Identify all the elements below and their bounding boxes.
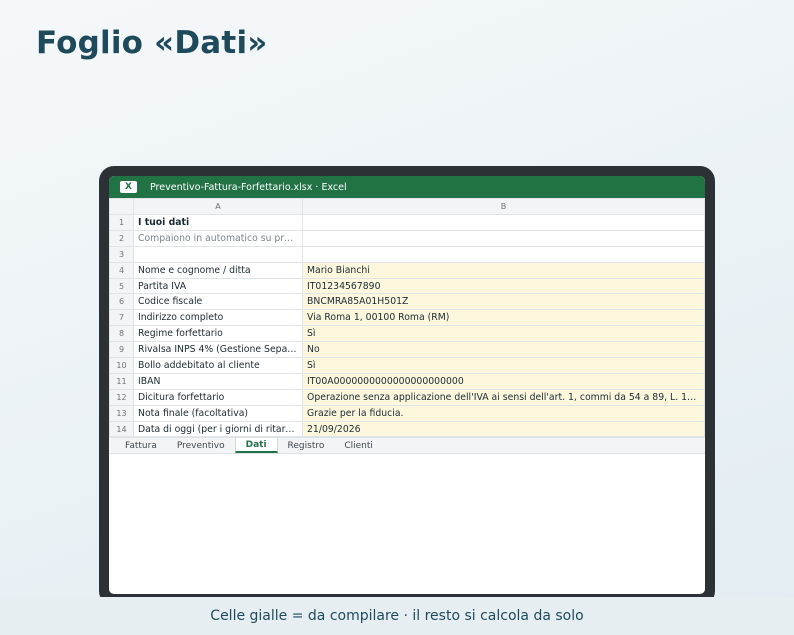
caption-bar: Celle gialle = da compilare · il resto s… xyxy=(0,597,794,635)
cell-a9[interactable]: Rivalsa INPS 4% (Gestione Separata) xyxy=(133,341,303,359)
laptop-frame: X Preventivo-Fattura-Forfettario.xlsx · … xyxy=(99,166,715,606)
row-number[interactable]: 6 xyxy=(109,293,134,311)
cell-b7[interactable]: Via Roma 1, 00100 Roma (RM) xyxy=(302,309,705,327)
table-row: 10 Bollo addebitato al cliente Sì xyxy=(109,357,705,374)
cell-b10[interactable]: Sì xyxy=(302,357,705,374)
table-row: 3 xyxy=(109,245,705,263)
row-number[interactable]: 11 xyxy=(109,372,134,390)
sheet-tab-dati[interactable]: Dati xyxy=(234,438,278,454)
row-number[interactable]: 5 xyxy=(109,277,134,295)
cell-a7[interactable]: Indirizzo completo xyxy=(133,309,303,327)
sheet-tab-fattura[interactable]: Fattura xyxy=(115,438,167,453)
column-header-a[interactable]: A xyxy=(133,198,303,215)
table-row: 12 Dicitura forfettario Operazione senza… xyxy=(109,388,705,406)
row-number[interactable]: 12 xyxy=(109,388,134,406)
cell-a13[interactable]: Nota finale (facoltativa) xyxy=(133,404,303,422)
row-number[interactable]: 7 xyxy=(109,309,134,327)
row-number[interactable]: 1 xyxy=(109,214,134,231)
table-row: 8 Regime forfettario Sì xyxy=(109,325,705,343)
cell-a14[interactable]: Data di oggi (per i giorni di ritardo pa… xyxy=(133,420,303,438)
cell-b3[interactable] xyxy=(302,245,705,263)
window-title: Preventivo-Fattura-Forfettario.xlsx · Ex… xyxy=(150,181,347,193)
sheet-tab-registro[interactable]: Registro xyxy=(278,438,335,453)
row-number[interactable]: 10 xyxy=(109,357,134,374)
page-title: Foglio «Dati» xyxy=(36,25,268,61)
row-number[interactable]: 2 xyxy=(109,229,134,247)
cell-b5[interactable]: IT01234567890 xyxy=(302,277,705,295)
cell-a11[interactable]: IBAN xyxy=(133,372,303,390)
cell-a3[interactable] xyxy=(133,245,303,263)
table-row: 2 Compaiono in automatico su preventivi … xyxy=(109,229,705,247)
cell-a6[interactable]: Codice fiscale xyxy=(133,293,303,311)
cell-b2[interactable] xyxy=(302,229,705,247)
sheet-tabs-bar: Fattura Preventivo Dati Registro Clienti xyxy=(109,437,705,455)
cell-a12[interactable]: Dicitura forfettario xyxy=(133,388,303,406)
cell-b1[interactable] xyxy=(302,214,705,231)
table-row: 7 Indirizzo completo Via Roma 1, 00100 R… xyxy=(109,309,705,327)
window-titlebar: X Preventivo-Fattura-Forfettario.xlsx · … xyxy=(109,176,705,198)
cell-b11[interactable]: IT00A0000000000000000000000 xyxy=(302,372,705,390)
table-row: 6 Codice fiscale BNCMRA85A01H501Z xyxy=(109,293,705,311)
row-number[interactable]: 14 xyxy=(109,420,134,438)
column-header-b[interactable]: B xyxy=(302,198,705,215)
table-row: 11 IBAN IT00A0000000000000000000000 xyxy=(109,372,705,390)
excel-window: X Preventivo-Fattura-Forfettario.xlsx · … xyxy=(109,176,705,594)
excel-app-icon: X xyxy=(120,181,137,193)
sheet-tab-clienti[interactable]: Clienti xyxy=(334,438,383,453)
table-row: 5 Partita IVA IT01234567890 xyxy=(109,277,705,295)
cell-a2[interactable]: Compaiono in automatico su preventivi e … xyxy=(133,229,303,247)
caption-text: Celle gialle = da compilare · il resto s… xyxy=(210,608,584,624)
table-row: 9 Rivalsa INPS 4% (Gestione Separata) No xyxy=(109,341,705,359)
select-all-corner[interactable] xyxy=(109,198,134,215)
sheet-tab-preventivo[interactable]: Preventivo xyxy=(167,438,235,453)
table-row: 13 Nota finale (facoltativa) Grazie per … xyxy=(109,404,705,422)
cell-a4[interactable]: Nome e cognome / ditta xyxy=(133,261,303,279)
cell-a1[interactable]: I tuoi dati xyxy=(133,214,303,231)
table-row: 4 Nome e cognome / ditta Mario Bianchi xyxy=(109,261,705,279)
spreadsheet-grid: A B 1 I tuoi dati 2 Compaiono in automat… xyxy=(109,198,705,438)
row-number[interactable]: 3 xyxy=(109,245,134,263)
row-number[interactable]: 4 xyxy=(109,261,134,279)
row-number[interactable]: 13 xyxy=(109,404,134,422)
column-header-row: A B xyxy=(109,198,705,215)
cell-b14[interactable]: 21/09/2026 xyxy=(302,420,705,438)
cell-b9[interactable]: No xyxy=(302,341,705,359)
cell-a10[interactable]: Bollo addebitato al cliente xyxy=(133,357,303,374)
cell-b12[interactable]: Operazione senza applicazione dell'IVA a… xyxy=(302,388,705,406)
table-row: 14 Data di oggi (per i giorni di ritardo… xyxy=(109,420,705,438)
cell-b13[interactable]: Grazie per la fiducia. xyxy=(302,404,705,422)
row-number[interactable]: 8 xyxy=(109,325,134,343)
cell-a8[interactable]: Regime forfettario xyxy=(133,325,303,343)
cell-b8[interactable]: Sì xyxy=(302,325,705,343)
row-number[interactable]: 9 xyxy=(109,341,134,359)
table-row: 1 I tuoi dati xyxy=(109,214,705,231)
cell-b6[interactable]: BNCMRA85A01H501Z xyxy=(302,293,705,311)
cell-a5[interactable]: Partita IVA xyxy=(133,277,303,295)
cell-b4[interactable]: Mario Bianchi xyxy=(302,261,705,279)
